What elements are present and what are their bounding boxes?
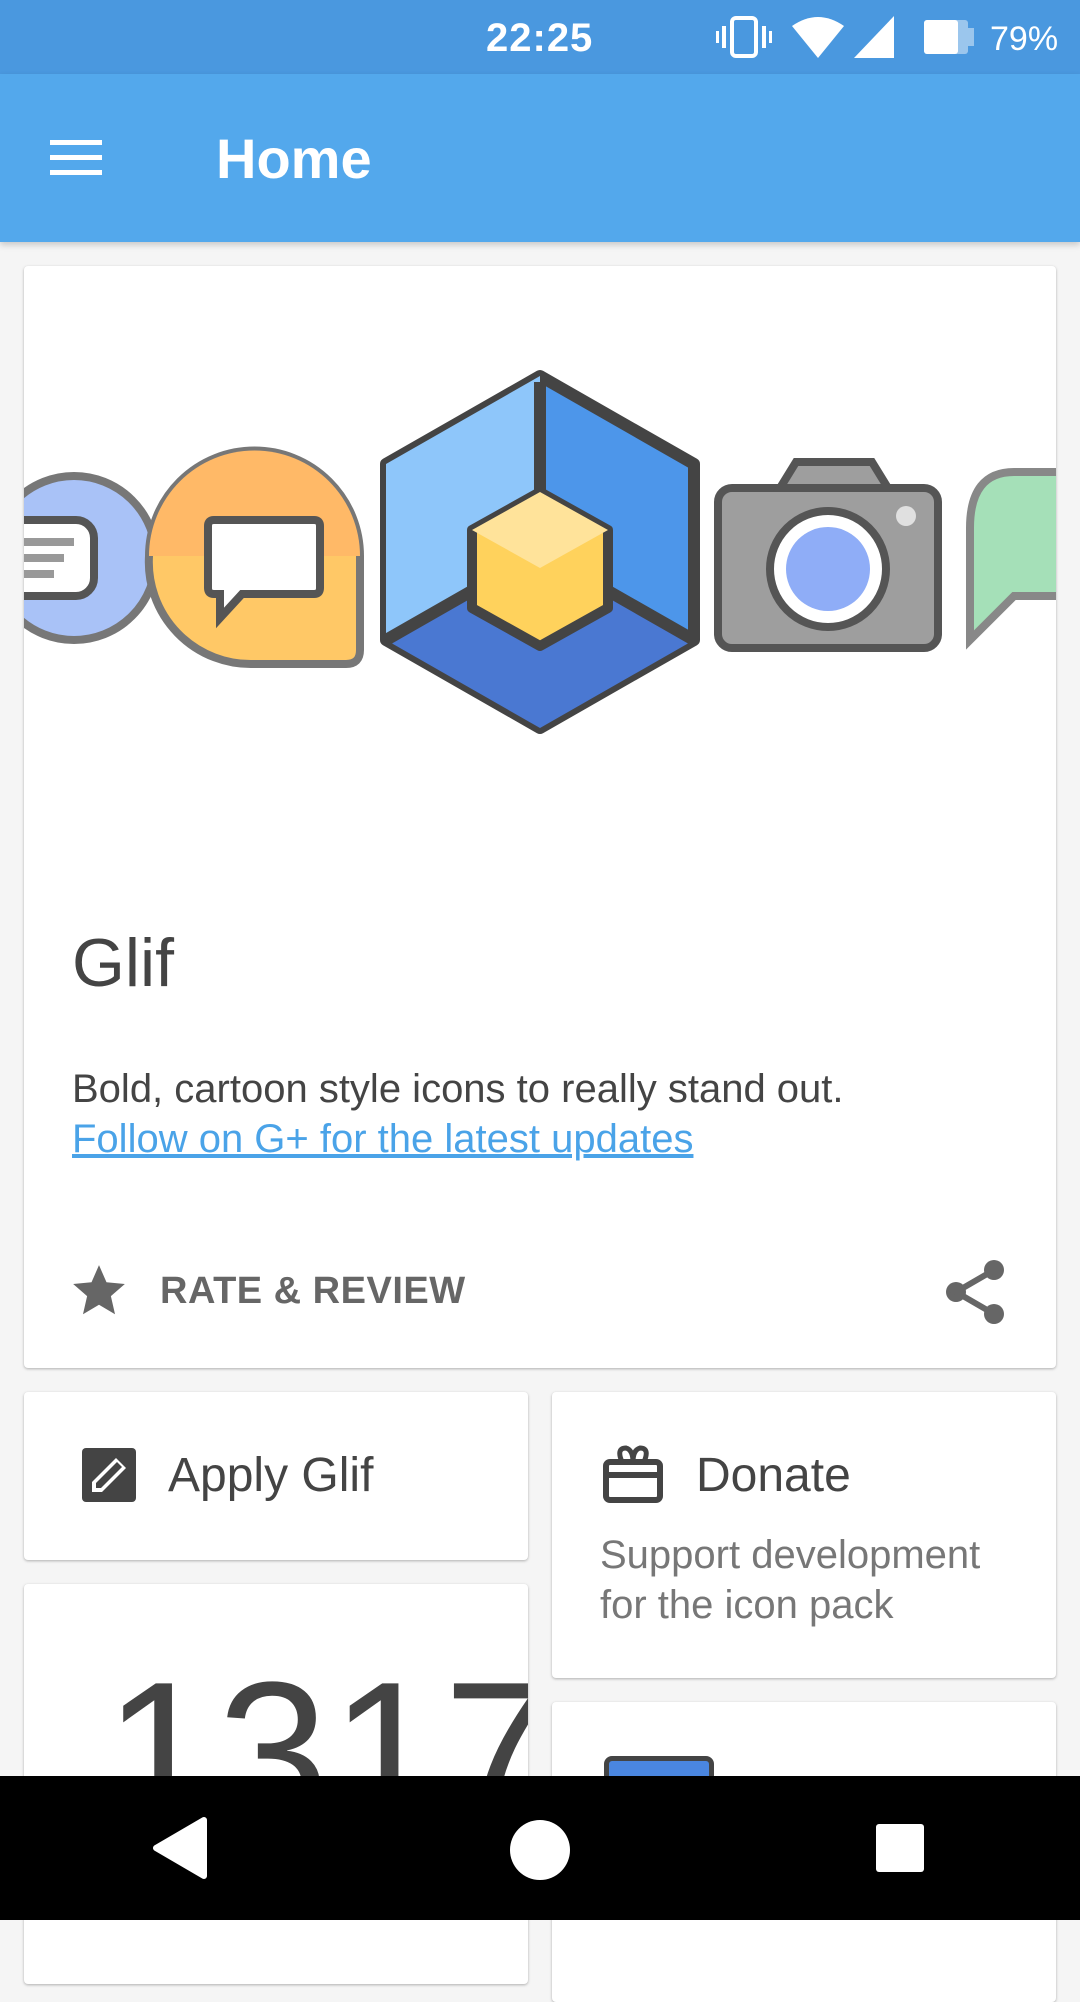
app-name-title: Glif	[72, 925, 174, 1001]
status-bar: 22:25 79%	[0, 0, 1080, 74]
apply-card[interactable]: Apply Glif	[24, 1392, 528, 1560]
donate-card[interactable]: Donate Support development for the icon …	[552, 1392, 1056, 1678]
app-description: Bold, cartoon style icons to really stan…	[72, 1067, 844, 1111]
recents-square-icon[interactable]	[874, 1822, 926, 1874]
camera-icon	[714, 458, 942, 652]
hamburger-menu-icon[interactable]	[46, 130, 118, 186]
hangouts-icon	[966, 468, 1056, 650]
donate-description: Support development for the icon pack	[600, 1533, 981, 1627]
app-bar: Home	[0, 74, 1080, 242]
rate-review-label: RATE & REVIEW	[160, 1269, 466, 1312]
messages-icon	[24, 472, 160, 644]
page-title: Home	[216, 127, 372, 190]
apply-label: Apply Glif	[168, 1449, 374, 1502]
signal-icon	[854, 16, 894, 58]
apply-edit-icon	[82, 1448, 136, 1502]
gplus-follow-link[interactable]: Follow on G+ for the latest updates	[72, 1114, 693, 1164]
rate-review-button[interactable]: RATE & REVIEW	[68, 1256, 488, 1326]
star-icon	[73, 1265, 125, 1315]
hero-art	[24, 266, 1056, 826]
vibrate-icon	[716, 16, 772, 58]
gift-icon	[603, 1445, 663, 1503]
donate-label: Donate	[696, 1449, 851, 1502]
back-triangle-icon[interactable]	[150, 1816, 210, 1880]
hero-card: Glif Bold, cartoon style icons to really…	[24, 266, 1056, 1368]
share-icon[interactable]	[942, 1256, 1012, 1328]
chat-bubble-icon	[144, 446, 364, 669]
home-circle-icon[interactable]	[508, 1818, 572, 1882]
status-time: 22:25	[486, 16, 594, 60]
wifi-icon	[792, 17, 844, 58]
cube-launcher-icon	[380, 370, 700, 734]
battery-percent: 79%	[990, 20, 1059, 58]
battery-icon	[924, 20, 974, 54]
navigation-bar	[0, 1776, 1080, 1920]
